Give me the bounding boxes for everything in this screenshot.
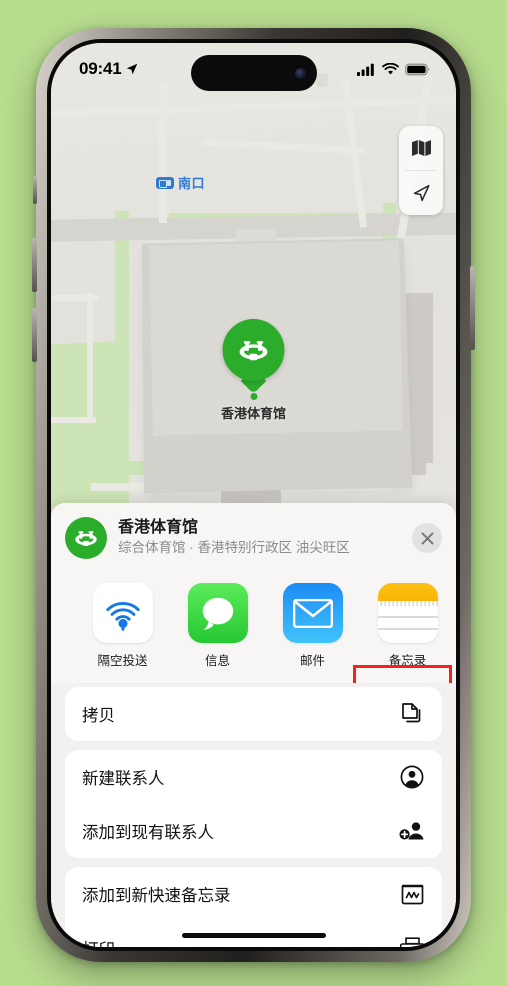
notes-icon-perforation: [377, 601, 438, 606]
map-label-text: 南口: [178, 176, 206, 191]
map-type-button[interactable]: [399, 126, 443, 170]
action-row-add-existing-contact[interactable]: 添加到现有联系人: [65, 804, 442, 858]
front-camera-icon: [294, 67, 306, 79]
map-road: [87, 293, 93, 423]
notes-icon-line: [377, 616, 438, 618]
map-road: [51, 95, 456, 118]
share-app-label: 备忘录: [388, 654, 427, 668]
location-arrow-icon: [127, 63, 138, 75]
share-sheet: 香港体育馆 综合体育馆 · 香港特别行政区 油尖旺区 隔空投送 信息 邮件 备忘…: [51, 503, 456, 947]
power-button[interactable]: [470, 266, 475, 350]
phone-bezel: 南口 香港体育馆 09:41 香港体育馆 综合体育馆 · 香港特别行政区 油尖旺…: [47, 39, 460, 951]
avatar: [65, 517, 107, 559]
iphone-device-frame: 南口 香港体育馆 09:41 香港体育馆 综合体育馆 · 香港特别行政区 油尖旺…: [32, 28, 475, 962]
airdrop-icon: [92, 583, 153, 643]
map-road: [200, 138, 367, 155]
share-app-mail[interactable]: 邮件: [265, 583, 360, 669]
stadium-icon: [75, 531, 97, 546]
action-label: 添加到现有联系人: [82, 824, 214, 842]
share-sheet-action-list[interactable]: 拷贝 新建联系人 添加到现有联系人 添加到新快速备忘录: [51, 683, 456, 947]
transit-exit-badge-icon: [156, 176, 174, 189]
folded-map-icon: [411, 140, 431, 156]
home-indicator[interactable]: [181, 933, 326, 938]
map-road: [51, 417, 96, 423]
share-sheet-app-row[interactable]: 隔空投送 信息 邮件 备忘录: [51, 571, 456, 683]
stadium-icon: [239, 341, 268, 361]
volume-up-button[interactable]: [32, 238, 37, 292]
map-pin-anchor-dot: [249, 393, 257, 400]
action-row-new-contact[interactable]: 新建联系人: [65, 750, 442, 804]
notes-icon-line: [377, 628, 438, 630]
map-road: [159, 83, 167, 223]
silence-switch[interactable]: [33, 176, 37, 204]
action-group: 新建联系人 添加到现有联系人: [65, 750, 442, 858]
mail-icon: [282, 583, 343, 643]
map-pin-bubble[interactable]: [222, 319, 285, 381]
map-canvas[interactable]: 南口 香港体育馆: [51, 43, 456, 513]
action-label: 新建联系人: [82, 770, 165, 788]
map-pin-label: 香港体育馆: [220, 406, 287, 421]
action-row-new-quick-note[interactable]: 添加到新快速备忘录: [65, 867, 442, 921]
share-app-reminders[interactable]: 提醒事项: [455, 583, 456, 669]
action-group: 拷贝: [65, 687, 442, 741]
action-row-copy[interactable]: 拷贝: [65, 687, 442, 741]
page-subtitle: 综合体育馆 · 香港特别行政区 油尖旺区: [118, 540, 350, 556]
close-x-icon: [421, 532, 433, 544]
notes-icon: [377, 583, 438, 643]
share-sheet-header: 香港体育馆 综合体育馆 · 香港特别行政区 油尖旺区: [51, 503, 456, 571]
page-title: 香港体育馆: [118, 519, 199, 537]
map-label-south-exit[interactable]: 南口: [156, 173, 205, 192]
status-bar-time: 09:41: [79, 59, 122, 78]
phone-screen: 南口 香港体育馆 09:41 香港体育馆 综合体育馆 · 香港特别行政区 油尖旺…: [51, 43, 456, 947]
dynamic-island[interactable]: [190, 55, 317, 91]
action-label: 打印: [82, 936, 115, 947]
person-badge-plus-icon: [399, 818, 425, 844]
map-pin-stadium[interactable]: 香港体育馆: [221, 319, 286, 422]
status-bar-right: [357, 62, 430, 76]
map-controls-group[interactable]: [399, 126, 443, 215]
share-app-label: 邮件: [299, 654, 325, 668]
action-label: 拷贝: [82, 707, 115, 725]
close-button[interactable]: [412, 523, 442, 553]
person-circle-icon: [399, 764, 425, 790]
action-label: 添加到新快速备忘录: [82, 887, 231, 905]
wifi-icon: [382, 62, 399, 75]
share-app-label: 隔空投送: [97, 654, 148, 668]
copy-doc-on-doc-icon: [399, 701, 425, 727]
share-app-label: 信息: [204, 654, 230, 668]
quick-note-icon: [399, 881, 425, 907]
share-app-messages[interactable]: 信息: [170, 583, 265, 669]
share-app-notes[interactable]: 备忘录: [360, 583, 455, 669]
share-app-airdrop[interactable]: 隔空投送: [75, 583, 170, 669]
volume-down-button[interactable]: [32, 308, 37, 362]
status-bar-left: 09:41: [79, 59, 139, 79]
battery-full-icon: [405, 63, 430, 75]
share-sheet-titles: 香港体育馆 综合体育馆 · 香港特别行政区 油尖旺区: [118, 518, 401, 557]
notes-icon-band: [377, 583, 438, 603]
printer-icon: [399, 935, 425, 947]
messages-icon: [187, 583, 248, 643]
navigation-arrow-icon: [413, 184, 430, 202]
locate-me-button[interactable]: [399, 171, 443, 215]
cellular-bars-icon: [357, 63, 374, 76]
